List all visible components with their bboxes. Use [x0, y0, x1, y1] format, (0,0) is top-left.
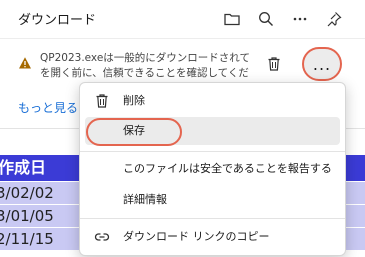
menu-item-label: ダウンロード リンクのコピー [123, 230, 270, 243]
menu-item-label: このファイルは安全であることを報告する [123, 162, 332, 175]
download-context-menu: 削除 保存 このファイルは安全であることを報告する 詳細情報 ダウンロード リン… [79, 82, 346, 256]
pin-icon[interactable] [321, 6, 347, 32]
search-icon[interactable] [253, 6, 279, 32]
table-row: 3/02/02 [0, 181, 88, 204]
menu-separator [80, 218, 345, 219]
download-warning-text: QP2023.exeは一般的にダウンロードされていません を開く前に、信頼できる… [40, 52, 250, 79]
warning-icon [19, 57, 31, 69]
menu-item-copy-link[interactable]: ダウンロード リンクのコピー [85, 223, 340, 251]
trash-icon[interactable] [262, 52, 286, 76]
menu-item-report-safe[interactable]: このファイルは安全であることを報告する [85, 155, 340, 183]
table-header-created-date: 作成日 [0, 155, 88, 181]
menu-item-label: 詳細情報 [123, 193, 167, 206]
downloads-toolbar [219, 6, 347, 32]
folder-icon[interactable] [219, 6, 245, 32]
see-more-link[interactable]: もっと見る [18, 99, 78, 116]
link-icon [94, 233, 110, 241]
table-row: 3/01/05 [0, 204, 88, 227]
table-row: 2/11/15 [0, 227, 88, 250]
more-options-icon[interactable] [287, 6, 313, 32]
menu-item-more-info[interactable]: 詳細情報 [85, 186, 340, 214]
menu-item-delete[interactable]: 削除 [85, 87, 340, 115]
menu-item-label: 削除 [123, 94, 145, 107]
more-actions-button[interactable]: ... [302, 47, 342, 81]
save-highlight-ring [86, 118, 182, 146]
downloads-title: ダウンロード [18, 13, 97, 28]
trash-icon [96, 94, 108, 108]
menu-separator [80, 151, 345, 152]
